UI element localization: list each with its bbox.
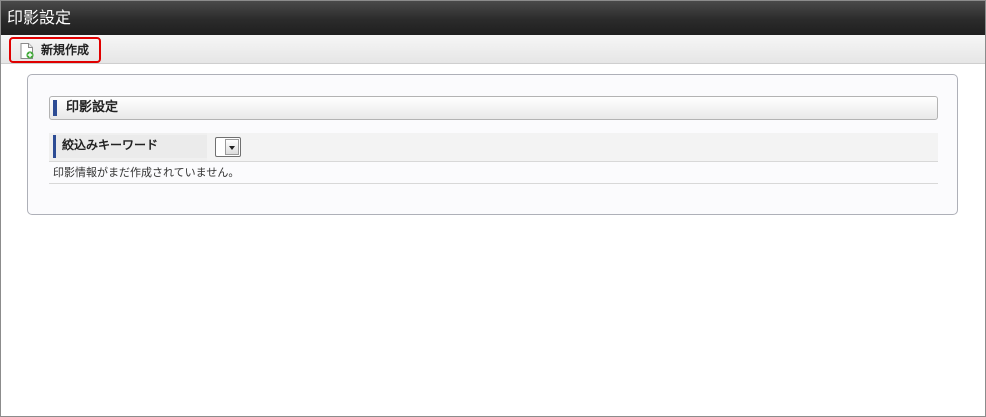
new-document-icon xyxy=(20,43,34,59)
empty-message: 印影情報がまだ作成されていません。 xyxy=(53,166,240,179)
window-frame: 印影設定 新規作成 印影設定 絞込みキーワード 印影情報がまだ作成されていません… xyxy=(0,0,986,417)
chevron-down-icon xyxy=(229,146,235,150)
filter-label-cell: 絞込みキーワード xyxy=(53,135,210,158)
settings-panel: 印影設定 絞込みキーワード 印影情報がまだ作成されていません。 xyxy=(27,74,958,215)
window-title: 印影設定 xyxy=(7,8,72,27)
new-create-button[interactable]: 新規作成 xyxy=(9,37,101,63)
title-bar: 印影設定 xyxy=(1,1,985,35)
filter-value-cell xyxy=(207,133,938,161)
new-create-label: 新規作成 xyxy=(41,43,90,57)
section-title: 印影設定 xyxy=(66,100,119,115)
filter-label: 絞込みキーワード xyxy=(62,138,159,152)
section-header: 印影設定 xyxy=(49,96,938,120)
keyword-dropdown[interactable] xyxy=(215,137,241,157)
section-accent-bar xyxy=(53,100,57,116)
empty-message-row: 印影情報がまだ作成されていません。 xyxy=(49,163,938,184)
filter-row: 絞込みキーワード xyxy=(49,133,938,162)
dropdown-button[interactable] xyxy=(225,139,239,155)
toolbar: 新規作成 xyxy=(1,35,985,64)
